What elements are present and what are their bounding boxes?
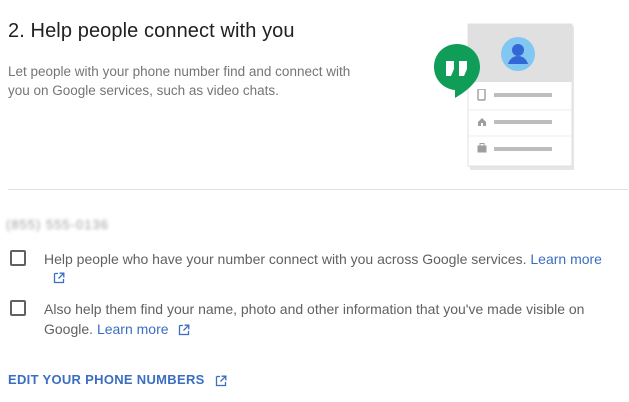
open-in-new-icon[interactable] [53,272,65,284]
person-avatar-icon [501,37,535,71]
contact-card-illustration [430,22,580,172]
edit-phone-numbers-link[interactable]: EDIT YOUR PHONE NUMBERS [8,372,227,387]
hangouts-quote-icon [434,44,480,98]
section-divider [8,189,628,190]
briefcase-icon [477,143,487,153]
section-title: 2. Help people connect with you [8,20,295,42]
find-name-photo-checkbox[interactable] [10,300,26,316]
open-in-new-icon[interactable] [215,375,227,387]
find-name-photo-option: Also help them find your name, photo and… [44,299,624,339]
open-in-new-icon[interactable] [178,324,190,336]
phone-icon [477,89,486,101]
phone-number: (855) 555-0136 [6,217,109,232]
section-description: Let people with your phone number find a… [8,64,351,98]
edit-phone-numbers-label: EDIT YOUR PHONE NUMBERS [8,372,205,387]
connect-across-services-option: Help people who have your number connect… [44,249,624,269]
home-icon [478,118,486,126]
connect-across-services-label: Help people who have your number connect… [44,251,527,267]
learn-more-link-2[interactable]: Learn more [97,321,169,337]
learn-more-link-1[interactable]: Learn more [530,251,602,267]
connect-across-services-checkbox[interactable] [10,250,26,266]
